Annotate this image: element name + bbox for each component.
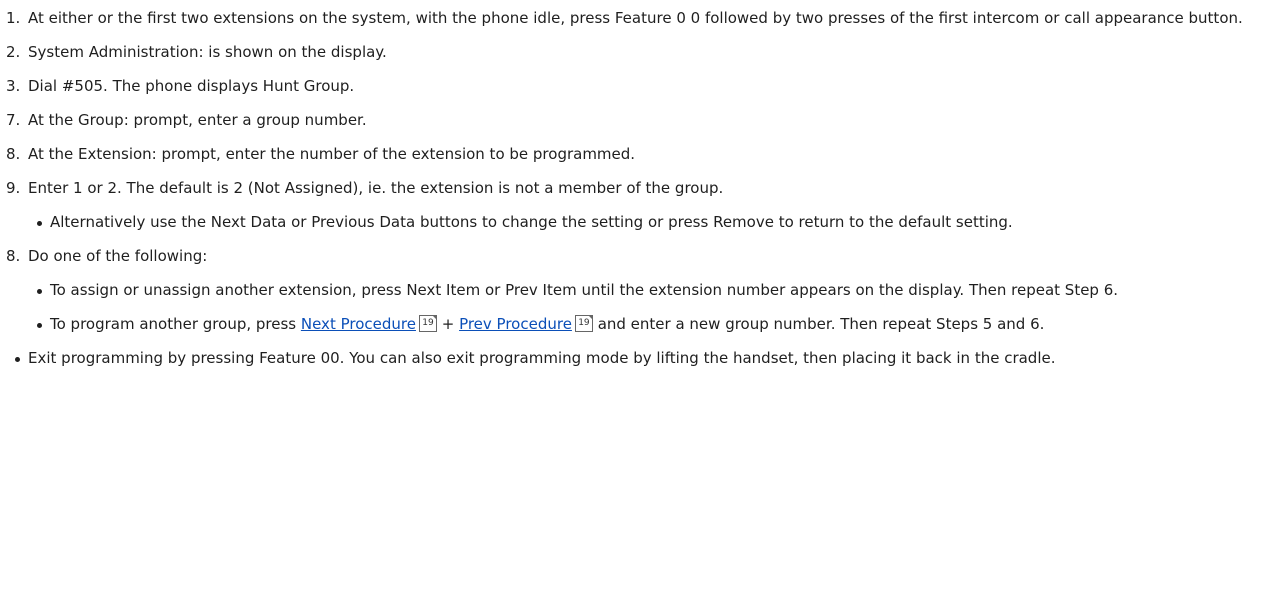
- prev-procedure-link[interactable]: Prev Procedure: [459, 315, 572, 333]
- step-7: 7. At the Group: prompt, enter a group n…: [6, 110, 1264, 131]
- final-bullets: Exit programming by pressing Feature 00.…: [6, 348, 1264, 369]
- bullet-item: Alternatively use the Next Data or Previ…: [28, 212, 1264, 233]
- step-number: 1.: [6, 9, 21, 27]
- step-number: 2.: [6, 43, 21, 61]
- exit-programming-bullet: Exit programming by pressing Feature 00.…: [6, 348, 1264, 369]
- page-ref-icon[interactable]: 19: [574, 315, 593, 332]
- step-8-options: 8. Do one of the following: To assign or…: [6, 246, 1264, 335]
- step-text: At the Extension: prompt, enter the numb…: [28, 145, 636, 163]
- step-3: 3. Dial #505. The phone displays Hunt Gr…: [6, 76, 1264, 97]
- step-1: 1. At either or the first two extensions…: [6, 8, 1264, 29]
- step-text: Enter 1 or 2. The default is 2 (Not Assi…: [28, 179, 724, 197]
- step-2: 2. System Administration: is shown on th…: [6, 42, 1264, 63]
- step-number: 3.: [6, 77, 21, 95]
- step-8-extension: 8. At the Extension: prompt, enter the n…: [6, 144, 1264, 165]
- bullet-text: To program another group, press: [50, 315, 301, 333]
- step-number: 8.: [6, 247, 21, 265]
- step-text: Do one of the following:: [28, 247, 208, 265]
- plus-text: +: [436, 315, 460, 333]
- bullet-text: and enter a new group number. Then repea…: [592, 315, 1045, 333]
- bullet-item-with-links: To program another group, press Next Pro…: [28, 314, 1264, 335]
- step-text: Dial #505. The phone displays Hunt Group…: [28, 77, 355, 95]
- step-text: System Administration: is shown on the d…: [28, 43, 387, 61]
- procedure-steps: 1. At either or the first two extensions…: [6, 8, 1264, 335]
- step-number: 9.: [6, 179, 21, 197]
- step-number: 8.: [6, 145, 21, 163]
- step-9: 9. Enter 1 or 2. The default is 2 (Not A…: [6, 178, 1264, 233]
- step-text: At either or the first two extensions on…: [28, 9, 1243, 27]
- next-procedure-link[interactable]: Next Procedure: [301, 315, 416, 333]
- step-text: At the Group: prompt, enter a group numb…: [28, 111, 367, 129]
- document-page: 1. At either or the first two extensions…: [0, 0, 1278, 369]
- step-9-bullets: Alternatively use the Next Data or Previ…: [28, 212, 1264, 233]
- page-ref-icon[interactable]: 19: [418, 315, 437, 332]
- step-8-bullets: To assign or unassign another extension,…: [28, 280, 1264, 335]
- bullet-item: To assign or unassign another extension,…: [28, 280, 1264, 301]
- step-number: 7.: [6, 111, 21, 129]
